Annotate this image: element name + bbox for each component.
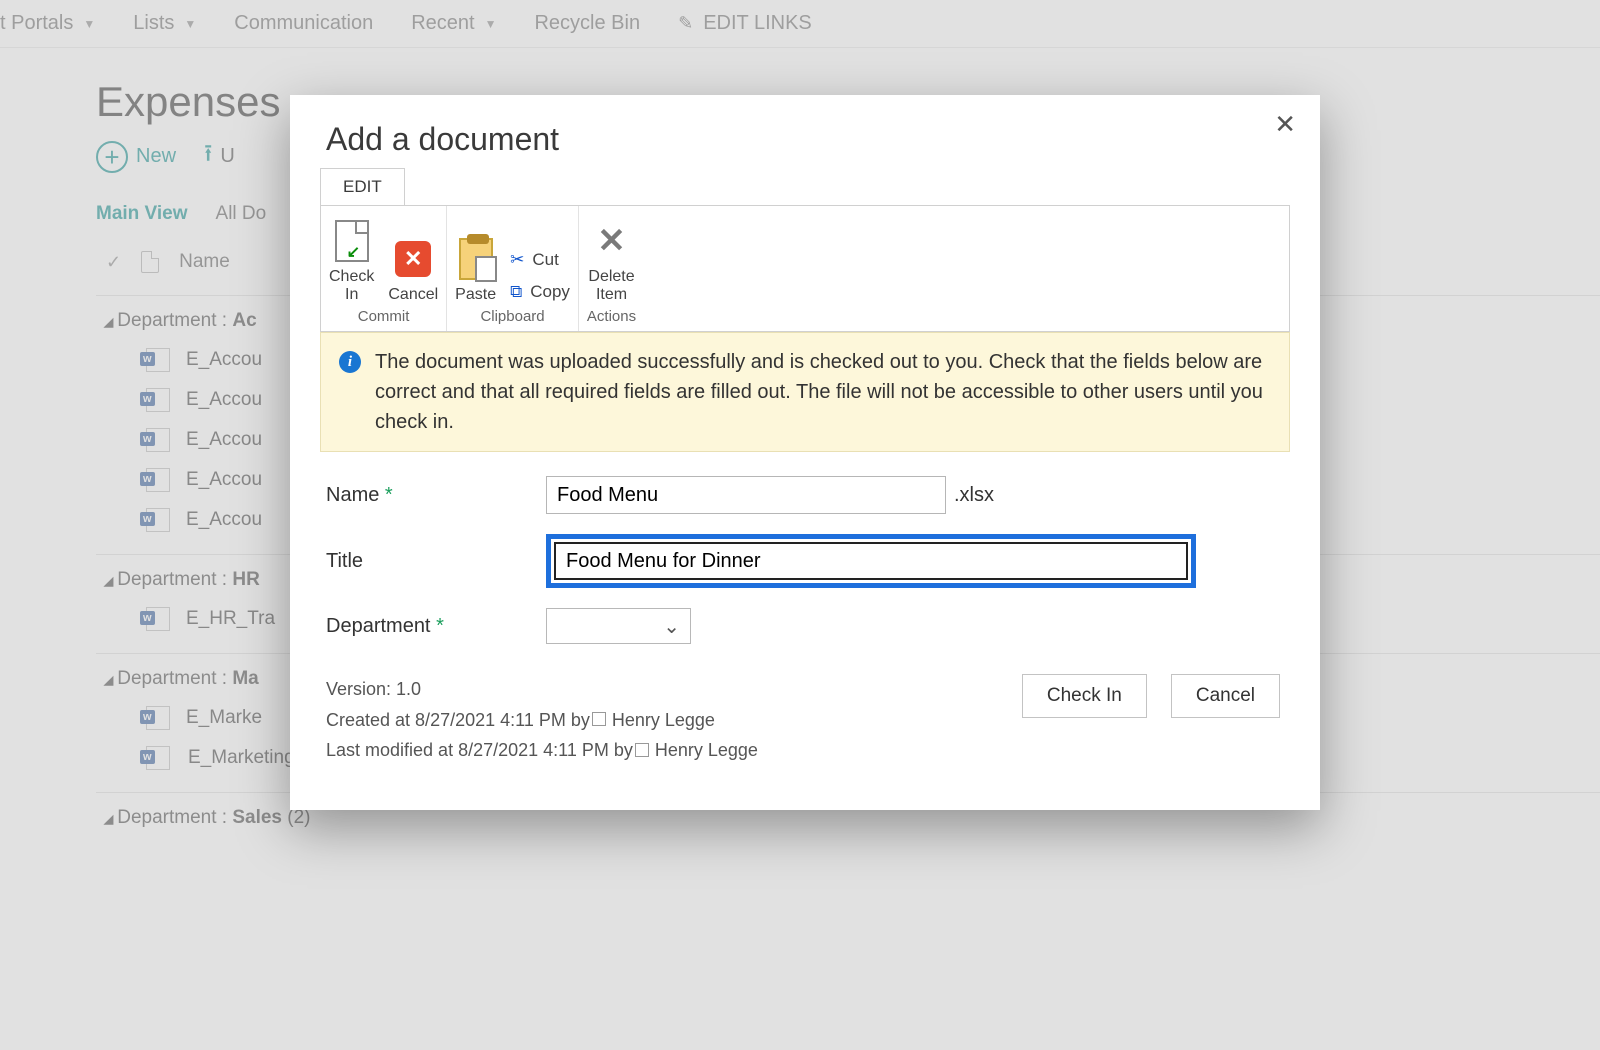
info-icon: i [339, 351, 361, 373]
cut-button[interactable]: ✂Cut [510, 248, 570, 272]
tab-edit[interactable]: EDIT [320, 168, 405, 205]
scissors-icon: ✂ [510, 250, 524, 270]
close-button[interactable]: ✕ [1274, 109, 1296, 140]
chevron-down-icon: ⌄ [663, 614, 680, 639]
info-text: The document was uploaded successfully a… [375, 347, 1271, 437]
add-document-dialog: ✕ Add a document EDIT Check In ✕Cancel C… [290, 95, 1320, 810]
copy-button[interactable]: ⧉Copy [510, 280, 570, 304]
checkin-button[interactable]: Check In [329, 218, 374, 304]
paste-button[interactable]: Paste [455, 236, 496, 304]
department-select[interactable]: ⌄ [546, 608, 691, 644]
delete-icon: ✕ [597, 221, 626, 261]
ribbon-group-actions: ✕Delete Item Actions [579, 206, 644, 331]
name-label: Name [326, 484, 379, 506]
checkbox-icon [635, 743, 649, 757]
title-highlight [546, 534, 1196, 588]
ribbon: EDIT Check In ✕Cancel Commit Paste ✂Cut … [320, 168, 1290, 332]
checkin-icon [335, 220, 369, 262]
created-by: Henry Legge [612, 710, 715, 730]
cancel-ribbon-button[interactable]: ✕Cancel [388, 236, 438, 304]
paste-icon [459, 238, 493, 280]
cancel-icon: ✕ [395, 241, 431, 277]
department-label: Department [326, 615, 431, 637]
title-label: Title [326, 550, 363, 572]
document-meta: Version: 1.0 Created at 8/27/2021 4:11 P… [290, 674, 1320, 784]
document-form: Name * .xlsx Title Department * ⌄ [290, 452, 1320, 674]
info-banner: i The document was uploaded successfully… [320, 332, 1290, 452]
dialog-title: Add a document [290, 95, 1320, 168]
copy-icon: ⧉ [510, 282, 522, 302]
ribbon-group-commit: Check In ✕Cancel Commit [321, 206, 446, 331]
cancel-form-button[interactable]: Cancel [1171, 674, 1280, 718]
modified-by: Henry Legge [655, 740, 758, 760]
checkbox-icon [592, 712, 606, 726]
ribbon-group-clipboard: Paste ✂Cut ⧉Copy Clipboard [447, 206, 578, 331]
title-input[interactable] [554, 542, 1188, 580]
name-extension: .xlsx [954, 484, 994, 507]
delete-button[interactable]: ✕Delete Item [588, 218, 634, 304]
checkin-form-button[interactable]: Check In [1022, 674, 1147, 718]
name-input[interactable] [546, 476, 946, 514]
